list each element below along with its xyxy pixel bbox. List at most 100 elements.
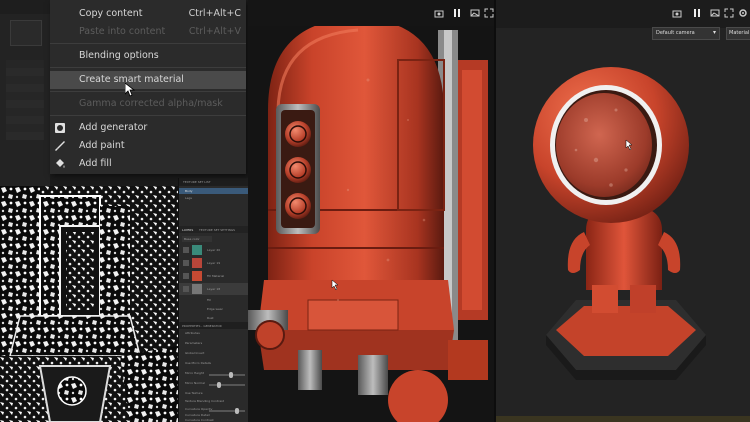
layer-thumbnail [192,271,202,281]
layer-panel: TEXTURE SET LIST Body Legs LAYERS TEXTUR… [178,178,249,422]
tab-layers[interactable]: LAYERS [182,228,193,232]
texture-set-legs[interactable]: Legs [179,195,249,201]
layer-label: Fill [207,298,212,302]
menu-item-paste-into-content[interactable]: Paste into content Ctrl+Alt+V [50,23,246,41]
mask-viewport[interactable] [0,186,178,422]
menu-item-label: Gamma corrected alpha/mask [79,98,223,109]
menu-item-label: Add fill [79,158,112,169]
viewport-toolbar [496,0,750,28]
menu-item-add-paint[interactable]: Add paint [50,137,246,155]
settings-icon[interactable] [738,8,748,18]
menu-separator [50,115,246,116]
visibility-icon[interactable] [183,286,189,292]
layer-label: Layer 20 [207,248,221,252]
menu-item-label: Copy content [79,8,143,19]
generator-icon [55,123,65,133]
pause-icon[interactable] [452,8,462,18]
menu-item-shortcut: Ctrl+Alt+V [188,26,241,37]
menu-item-gamma-corrected-alpha-mask[interactable]: Gamma corrected alpha/mask [50,95,246,113]
property-slider[interactable] [209,382,245,388]
viewport-3d[interactable] [248,0,494,422]
slider-handle[interactable] [229,372,233,378]
menu-item-label: Blending options [79,50,159,61]
camera-icon[interactable] [672,8,682,18]
camera-select-value: Default camera [656,30,695,36]
layer-row[interactable]: Layer 20 [179,244,249,256]
layer-row[interactable]: Edge wear [187,305,249,313]
properties-title: PROPERTIES - GENERATOR [182,324,222,328]
layer-label: Rust [207,316,214,320]
blend-channel-select[interactable]: Base color [182,236,212,242]
layer-row[interactable]: Layer 18 [179,283,249,295]
camera-icon[interactable] [434,8,444,18]
layer-label: Layer 18 [207,287,221,291]
visibility-icon[interactable] [183,260,189,266]
menu-separator [50,67,246,68]
texture-set-label: Legs [185,196,192,200]
property-label: Curvature Detail [185,413,210,417]
left-toolbar-strip [0,0,50,186]
layer-row[interactable]: Fill [187,296,249,304]
property-label: Attributes [185,331,200,335]
blend-channel-label: Base color [184,237,200,241]
visibility-icon[interactable] [183,247,189,253]
strip-header [0,0,50,14]
menu-item-label: Add paint [79,140,125,151]
layer-label: Layer 19 [207,261,221,265]
robot-render [248,18,488,422]
pause-icon[interactable] [692,8,702,18]
screenshot-icon[interactable] [470,8,480,18]
property-label: Global Invert [185,351,205,355]
panel-toolbar: TEXTURE SET LIST [179,178,249,186]
menu-item-copy-content[interactable]: Copy content Ctrl+Alt+C [50,5,246,23]
channel-select[interactable]: Material [726,27,750,40]
property-slider[interactable] [209,408,245,414]
screenshot-icon[interactable] [710,8,720,18]
paint-brush-icon [55,141,65,151]
layer-thumbnail [192,284,202,294]
property-label: Curvature Contrast [185,418,214,422]
chevron-down-icon: ▾ [712,29,716,36]
channel-select-value: Material [729,30,750,36]
texture-set-label: Body [185,189,193,193]
property-slider[interactable] [209,372,245,378]
context-menu: Copy content Ctrl+Alt+C Paste into conte… [50,0,246,174]
layer-row[interactable]: Fill Material [179,270,249,282]
material-viewport[interactable]: Default camera ▾ Material [494,0,750,422]
fullscreen-icon[interactable] [724,8,734,18]
menu-separator [50,43,246,44]
property-label: Micro Normal [185,381,205,385]
layer-label: Edge wear [207,307,223,311]
menu-item-add-fill[interactable]: Add fill [50,155,246,173]
menu-item-shortcut: Ctrl+Alt+C [188,8,241,19]
layer-thumbnail [192,245,202,255]
slider-handle[interactable] [235,408,239,414]
property-label: Micro Height [185,371,204,375]
menu-separator [50,91,246,92]
visibility-icon[interactable] [183,273,189,279]
menu-item-create-smart-material[interactable]: Create smart material [50,71,246,89]
strip-thumbnail [10,20,42,46]
slider-handle[interactable] [217,382,221,388]
menu-item-blending-options[interactable]: Blending options [50,47,246,65]
tab-texture-set-settings[interactable]: TEXTURE SET SETTINGS [199,228,235,232]
fill-bucket-icon [56,159,65,168]
property-label: Use Micro Details [185,361,211,365]
property-label: Parameters [185,341,203,345]
camera-select[interactable]: Default camera ▾ [652,27,720,40]
layer-row[interactable]: Rust [187,314,249,322]
material-preview-render [496,0,750,422]
menu-item-add-generator[interactable]: Add generator [50,119,246,137]
layer-thumbnail [192,258,202,268]
menu-item-label: Add generator [79,122,148,133]
texture-set-list-header: TEXTURE SET LIST [183,180,211,184]
viewport-toolbar [248,0,494,26]
strip-list [6,60,44,140]
fullscreen-icon[interactable] [484,8,494,18]
property-label: Texture Blending Contrast [185,399,224,403]
menu-item-label: Paste into content [79,26,166,37]
properties-header: PROPERTIES - GENERATOR [179,322,249,329]
layer-row[interactable]: Layer 19 [179,257,249,269]
layer-label: Fill Material [207,274,225,278]
texture-set-body[interactable]: Body [179,188,249,194]
